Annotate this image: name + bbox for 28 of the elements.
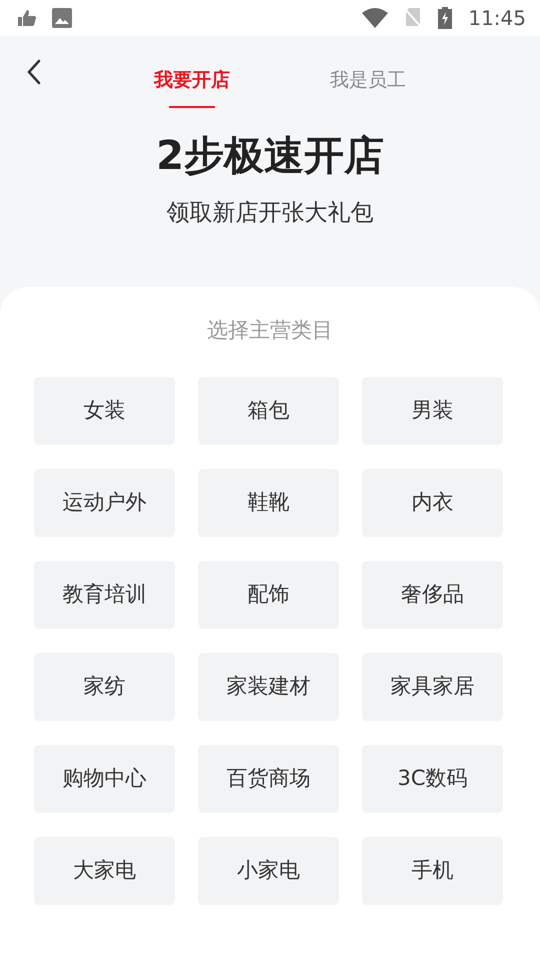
section-title: 选择主营类目 — [206, 316, 334, 344]
category-button[interactable]: 教育培训 — [34, 561, 175, 629]
category-button[interactable]: 鞋靴 — [198, 469, 339, 537]
image-icon — [52, 8, 72, 28]
category-button[interactable]: 百货商场 — [198, 745, 339, 813]
thumbs-up-icon — [18, 10, 36, 26]
category-button[interactable]: 奢侈品 — [362, 561, 503, 629]
category-button[interactable]: 3C数码 — [362, 745, 503, 813]
battery-charging-icon — [438, 7, 452, 29]
category-button[interactable]: 运动户外 — [34, 469, 175, 537]
category-button[interactable]: 女装 — [34, 377, 175, 445]
category-button[interactable]: 家纺 — [34, 653, 175, 721]
no-sim-icon — [404, 8, 422, 28]
category-button[interactable]: 家装建材 — [198, 653, 339, 721]
category-button[interactable]: 家具家居 — [362, 653, 503, 721]
hero-title: 2步极速开店 — [155, 132, 385, 181]
hero-subtitle: 领取新店开张大礼包 — [166, 199, 374, 228]
category-button[interactable]: 男装 — [362, 377, 503, 445]
tab[interactable]: 我要开店 — [154, 60, 230, 108]
category-button[interactable]: 大家电 — [34, 837, 175, 905]
category-button[interactable]: 配饰 — [198, 561, 339, 629]
category-button[interactable]: 内衣 — [362, 469, 503, 537]
category-button[interactable]: 手机 — [362, 837, 503, 905]
category-button[interactable]: 小家电 — [198, 837, 339, 905]
category-button[interactable]: 箱包 — [198, 377, 339, 445]
status-time: 11:45 — [468, 5, 526, 32]
category-button[interactable]: 购物中心 — [34, 745, 175, 813]
wifi-icon — [362, 8, 388, 28]
